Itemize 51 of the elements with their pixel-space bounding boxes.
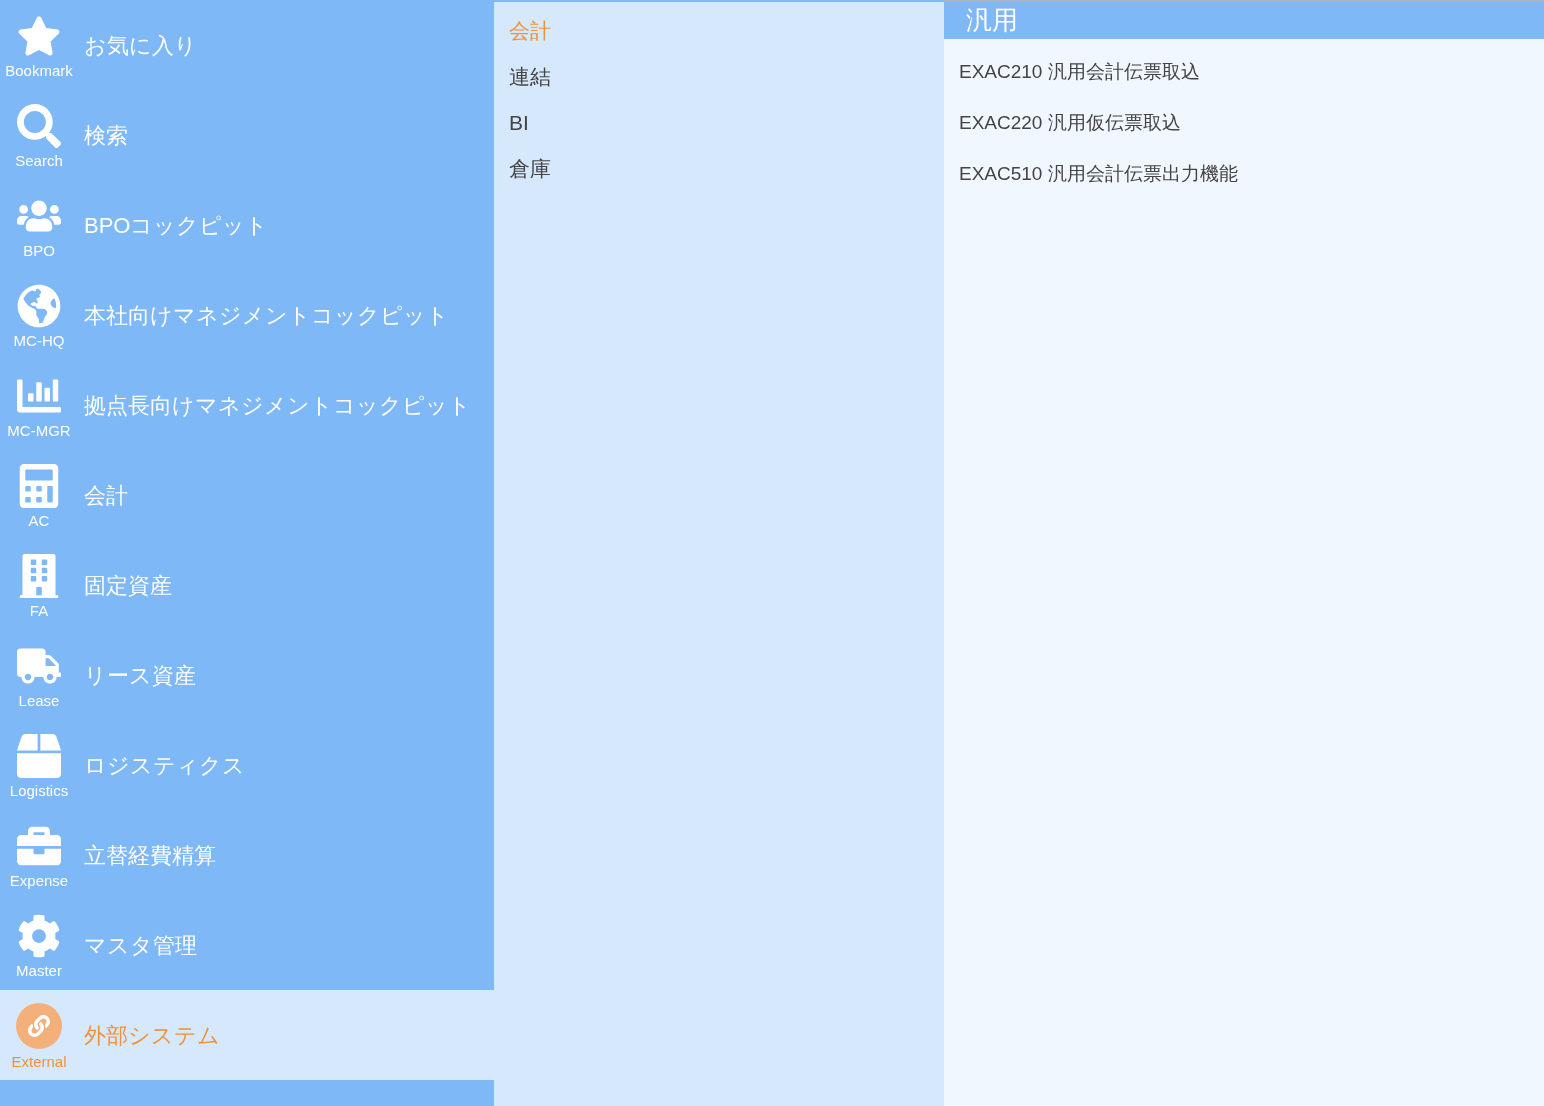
sidebar-label: BPOコックピット — [84, 211, 269, 240]
sidebar-caption: Master — [16, 960, 62, 981]
sidebar-item[interactable]: Bookmark お気に入り — [0, 0, 494, 90]
building-icon — [17, 553, 61, 598]
sidebar-item[interactable]: Logistics ロジスティクス — [0, 720, 494, 810]
category-item[interactable]: 会計 — [494, 8, 944, 54]
category-item[interactable]: 連結 — [494, 54, 944, 100]
sidebar-item[interactable]: Expense 立替経費精算 — [0, 810, 494, 900]
sidebar-item[interactable]: AC 会計 — [0, 450, 494, 540]
sidebar-label: 固定資産 — [84, 571, 172, 600]
sidebar-item[interactable]: BPO BPOコックピット — [0, 180, 494, 270]
menu-item[interactable]: EXAC510 汎用会計伝票出力機能 — [944, 149, 1544, 200]
sidebar-label: 外部システム — [84, 1021, 220, 1050]
sidebar-label: ロジスティクス — [84, 751, 245, 780]
sidebar-caption: MC-HQ — [13, 330, 65, 351]
category-item[interactable]: 倉庫 — [494, 146, 944, 192]
sidebar-caption: Bookmark — [5, 60, 73, 81]
sidebar-item[interactable]: Lease リース資産 — [0, 630, 494, 720]
globe-icon — [17, 283, 61, 328]
sidebar-caption: Expense — [9, 870, 69, 891]
box-icon — [17, 733, 61, 778]
category-item[interactable]: BI — [494, 100, 944, 146]
panel-header: 汎用 — [944, 0, 1544, 39]
sidebar-label: リース資産 — [84, 661, 196, 690]
sidebar-caption: External — [11, 1051, 67, 1072]
sidebar-caption: Logistics — [9, 780, 69, 801]
menu-item[interactable]: EXAC210 汎用会計伝票取込 — [944, 47, 1544, 98]
link-icon — [16, 1002, 62, 1049]
sidebar-label: 検索 — [84, 121, 128, 150]
sidebar-item[interactable]: External 外部システム — [0, 990, 494, 1080]
sidebar-caption: MC-MGR — [7, 420, 71, 441]
sidebar-label: 会計 — [84, 481, 128, 510]
sidebar-item[interactable]: MC-MGR 拠点長向けマネジメントコックピット — [0, 360, 494, 450]
sidebar-caption: Lease — [18, 690, 60, 711]
sidebar-item[interactable]: MC-HQ 本社向けマネジメントコックピット — [0, 270, 494, 360]
sidebar-label: 拠点長向けマネジメントコックピット — [84, 391, 471, 420]
sidebar-caption: BPO — [23, 240, 55, 261]
sidebar-item[interactable]: Master マスタ管理 — [0, 900, 494, 990]
sidebar-label: 本社向けマネジメントコックピット — [84, 301, 449, 330]
sidebar-label: 立替経費精算 — [84, 841, 216, 870]
sidebar-item[interactable]: Search 検索 — [0, 90, 494, 180]
menu-item[interactable]: EXAC220 汎用仮伝票取込 — [944, 98, 1544, 149]
settings-icon — [17, 913, 61, 958]
sidebar-caption: FA — [29, 600, 49, 621]
calculator-icon — [17, 463, 61, 508]
sidebar-label: マスタ管理 — [84, 931, 197, 960]
search-icon — [17, 103, 61, 148]
sidebar-caption: AC — [28, 510, 50, 531]
sidebar-item[interactable]: FA 固定資産 — [0, 540, 494, 630]
sidebar-caption: Search — [15, 150, 63, 171]
sidebar-label: お気に入り — [84, 31, 197, 60]
